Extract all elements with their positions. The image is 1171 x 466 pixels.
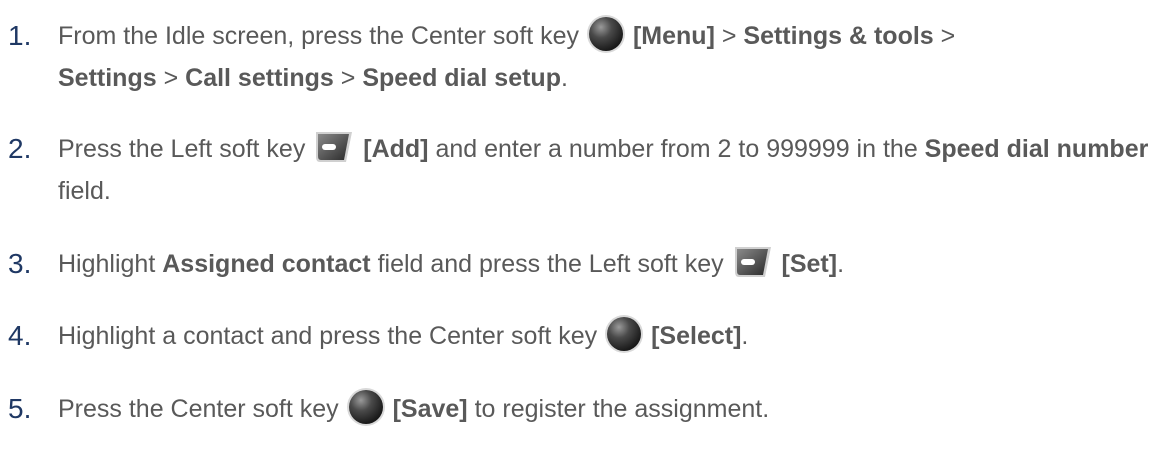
step-text: Highlight Assigned contact field and pre… <box>58 243 1166 285</box>
step-number: 2. <box>8 133 32 164</box>
step-text: Press the Center soft key [Save] to regi… <box>58 388 1166 430</box>
left-soft-key-icon <box>312 129 356 165</box>
center-soft-key-icon <box>586 14 626 54</box>
center-soft-key-icon <box>604 314 644 354</box>
step-number: 4. <box>8 320 32 351</box>
step-number: 5. <box>8 393 32 424</box>
step-text: From the Idle screen, press the Center s… <box>58 15 1166 99</box>
left-soft-key-icon <box>731 244 775 280</box>
step-number: 1. <box>8 20 32 51</box>
center-soft-key-icon <box>346 387 386 427</box>
step-text: Highlight a contact and press the Center… <box>58 315 1166 357</box>
step-number: 3. <box>8 248 32 279</box>
step-text: Press the Left soft key [Add] and enter … <box>58 128 1166 212</box>
